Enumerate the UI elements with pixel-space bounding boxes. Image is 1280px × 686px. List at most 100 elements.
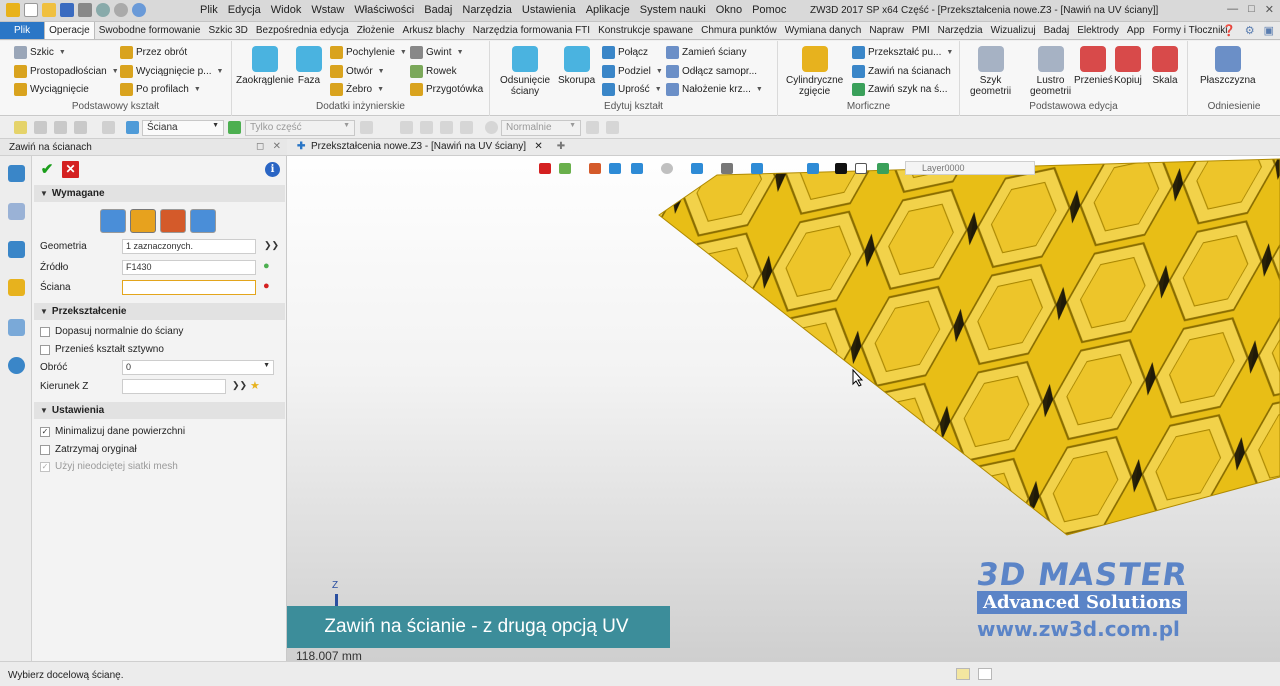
tab-pmi[interactable]: PMI [908, 22, 934, 39]
close-window-icon[interactable]: ✕ [1265, 3, 1274, 16]
direction-pick-icon[interactable]: ★ [250, 379, 260, 392]
przenies-button[interactable]: Przenieś [1074, 46, 1113, 86]
view-cube-icon[interactable] [631, 163, 643, 174]
hex-icon[interactable] [102, 121, 115, 134]
filter-view-icon[interactable] [559, 163, 571, 174]
gear-icon[interactable] [485, 121, 498, 134]
sciana-pick-icon[interactable]: ● [263, 280, 270, 292]
uv-mode-4-icon[interactable] [190, 209, 216, 233]
pointer-icon[interactable] [586, 121, 599, 134]
otwor-button[interactable]: Otwór ▼ [330, 65, 385, 78]
tab-napraw[interactable]: Napraw [865, 22, 907, 39]
plaszczyzna-button[interactable]: Płaszczyzna [1200, 46, 1256, 86]
assembly-icon[interactable] [8, 241, 25, 258]
tab-wizualizuj[interactable]: Wizualizuj [987, 22, 1040, 39]
menu-aplikacje[interactable]: Aplikacje [586, 4, 630, 16]
undo-icon[interactable] [96, 3, 110, 17]
zawin-na-scianach-button[interactable]: Zawiń na ścianach [852, 65, 951, 78]
tab-zlozenie[interactable]: Złożenie [353, 22, 399, 39]
gwint-button[interactable]: Gwint ▼ [410, 46, 464, 59]
menu-wstaw[interactable]: Wstaw [311, 4, 344, 16]
pin-panel-icon[interactable]: ◻ [256, 141, 264, 152]
line-icon[interactable] [54, 121, 67, 134]
snap-icon[interactable] [606, 121, 619, 134]
tab-plik[interactable]: Plik [0, 22, 45, 39]
zaokraglenie-button[interactable]: Zaokrąglenie [236, 46, 294, 86]
snap-point-icon[interactable] [877, 163, 889, 174]
przygotowka-button[interactable]: Przygotówka [410, 83, 483, 96]
menu-wlasciwosci[interactable]: Właściwości [354, 4, 414, 16]
kierunek-z-field[interactable] [122, 379, 226, 394]
section-icon[interactable] [807, 163, 819, 174]
dopasuj-checkbox[interactable]: Dopasuj normalnie do ściany [40, 326, 183, 337]
menu-pomoc[interactable]: Pomoc [752, 4, 786, 16]
tab-app[interactable]: App [1123, 22, 1149, 39]
menu-edycja[interactable]: Edycja [228, 4, 261, 16]
new-file-icon[interactable] [24, 3, 38, 17]
tab-chmura-punktow[interactable]: Chmura punktów [697, 22, 781, 39]
pochylenie-button[interactable]: Pochylenie ▼ [330, 46, 407, 59]
tab-swobodne-formowanie[interactable]: Swobodne formowanie [95, 22, 205, 39]
faza-button[interactable]: Faza [296, 46, 322, 86]
lustro-geometrii-button[interactable]: Lustro geometrii [1030, 46, 1071, 97]
kierunek-dropdown-icon[interactable]: ❯❯ [232, 380, 247, 391]
frame-icon[interactable] [855, 163, 867, 174]
skala-button[interactable]: Skala [1152, 46, 1178, 86]
print-icon[interactable] [78, 3, 92, 17]
maximize-icon[interactable]: □ [1248, 3, 1255, 16]
tab-narzedzia-formowania[interactable]: Narzędzia formowania FTI [469, 22, 594, 39]
save-icon[interactable] [60, 3, 74, 17]
rowek-button[interactable]: Rowek [410, 65, 457, 78]
grid-toggle-icon[interactable] [956, 668, 970, 680]
list-toggle-icon[interactable] [978, 668, 992, 680]
display-icon[interactable] [721, 163, 733, 174]
user-icon[interactable] [8, 357, 25, 374]
uv-mode-3-icon[interactable] [160, 209, 186, 233]
minimize-icon[interactable]: — [1227, 3, 1238, 16]
shading-icon[interactable] [691, 163, 703, 174]
select-icon[interactable] [14, 121, 27, 134]
sciana-field[interactable] [122, 280, 256, 295]
normal-select[interactable]: Normalnie ▼ [501, 120, 581, 136]
info-icon[interactable]: i [265, 162, 280, 177]
zrodlo-field[interactable]: F1430 [122, 260, 256, 275]
odsuniecie-sciany-button[interactable]: Odsunięcie ściany [500, 46, 550, 97]
tab-narzedzia[interactable]: Narzędzia [934, 22, 987, 39]
filter-grid-icon[interactable] [74, 121, 87, 134]
close-panel-icon[interactable]: ✕ [273, 141, 281, 152]
tab-szkic-3d[interactable]: Szkic 3D [204, 22, 251, 39]
pen-icon[interactable] [589, 163, 601, 174]
exit-icon[interactable] [539, 163, 551, 174]
nalozenie-button[interactable]: Nałożenie krz... ▼ [666, 83, 763, 96]
settings-icon[interactable]: ⚙ [1245, 24, 1255, 37]
image-icon[interactable] [8, 319, 25, 336]
tab-arkusz-blachy[interactable]: Arkusz blachy [399, 22, 469, 39]
tab-elektrody[interactable]: Elektrody [1073, 22, 1123, 39]
align-icon[interactable] [360, 121, 373, 134]
zawin-szyk-button[interactable]: Zawiń szyk na ś... [852, 83, 947, 96]
section-przeksztalcenie[interactable]: ▼ Przekształcenie [34, 303, 285, 320]
open-folder-icon[interactable] [42, 3, 56, 17]
tab-bezposrednia-edycja[interactable]: Bezpośrednia edycja [252, 22, 353, 39]
kopiuj-button[interactable]: Kopiuj [1114, 46, 1142, 86]
menu-okno[interactable]: Okno [716, 4, 742, 16]
box-library-icon[interactable] [8, 279, 25, 296]
menu-narzedzia[interactable]: Narzędzia [462, 4, 512, 16]
wyciagniecie-button[interactable]: Wyciągnięcie [14, 83, 89, 96]
tab-operacje[interactable]: Operacje [44, 22, 95, 39]
pin-icon[interactable] [460, 121, 473, 134]
uv-mode-1-icon[interactable] [100, 209, 126, 233]
odlacz-button[interactable]: Odłącz samopr... [666, 65, 757, 78]
history-icon[interactable] [8, 165, 25, 182]
zamien-sciany-button[interactable]: Zamień ściany [666, 46, 746, 59]
skorupa-button[interactable]: Skorupa [558, 46, 595, 86]
refresh-icon[interactable] [132, 3, 146, 17]
filter-icon[interactable] [126, 121, 139, 134]
black-square-icon[interactable] [835, 163, 847, 174]
tab-badaj[interactable]: Badaj [1040, 22, 1074, 39]
geometria-dropdown-icon[interactable]: ❯❯ [264, 240, 279, 251]
tree-icon[interactable] [8, 203, 25, 220]
podziel-button[interactable]: Podziel ▼ [602, 65, 663, 78]
polacz-button[interactable]: Połącz [602, 46, 648, 59]
align-center-icon[interactable] [420, 121, 433, 134]
